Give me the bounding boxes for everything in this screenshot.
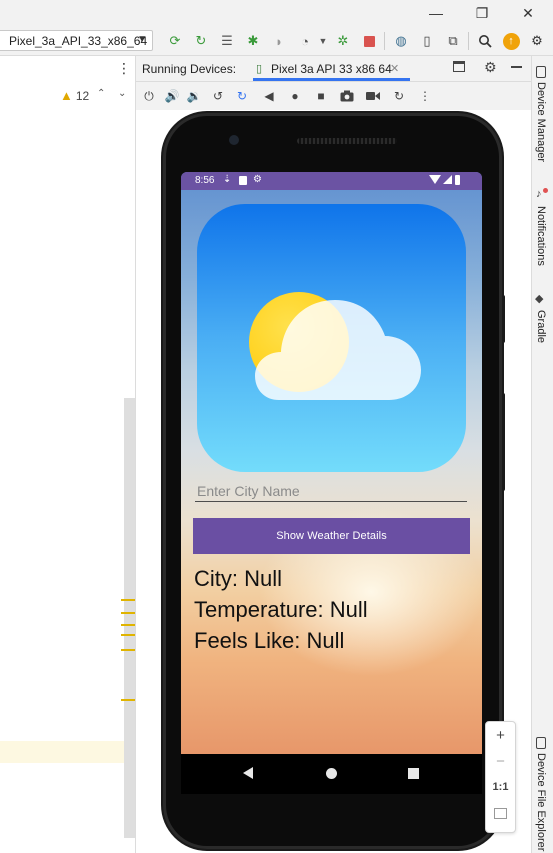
running-devices-label: Running Devices: — [142, 62, 237, 76]
device-manager-icon[interactable]: ◍ — [392, 32, 410, 50]
nav-back-icon[interactable] — [243, 767, 253, 779]
stop-icon[interactable] — [360, 32, 378, 50]
highlighted-line — [0, 741, 135, 763]
fit-screen-button[interactable] — [486, 800, 515, 826]
screen-record-icon[interactable] — [365, 88, 381, 104]
chevron-down-icon: ▼ — [137, 34, 147, 45]
sd-card-icon — [239, 176, 247, 185]
debug-attach-icon[interactable]: ✲ — [334, 32, 352, 50]
power-icon[interactable]: ⏻ — [141, 88, 157, 104]
warning-marker[interactable] — [121, 649, 135, 651]
close-window-button[interactable]: ✕ — [518, 4, 538, 22]
city-name-input[interactable] — [195, 480, 467, 502]
nav-overview-icon[interactable] — [408, 768, 419, 779]
earpiece-speaker — [297, 138, 397, 144]
volume-down-icon[interactable]: 🔉 — [186, 88, 202, 104]
notifications-bell-icon[interactable]: ♪ — [536, 188, 542, 200]
show-weather-details-button[interactable]: Show Weather Details — [193, 518, 470, 554]
next-highlight-icon[interactable]: ⌄ — [118, 88, 126, 99]
editor-scrollbar[interactable] — [124, 398, 135, 838]
minimize-button[interactable]: — — [426, 4, 446, 22]
rotate-right-icon[interactable]: ↻ — [234, 88, 250, 104]
search-icon[interactable] — [476, 32, 494, 50]
run-menu-chevron-icon[interactable]: ▼ — [314, 32, 332, 50]
profile-icon[interactable]: ◗ — [270, 32, 288, 50]
title-bar — [0, 0, 553, 27]
code-editor[interactable] — [0, 56, 136, 853]
home-icon[interactable]: ● — [287, 88, 303, 104]
weather-app-logo — [197, 204, 466, 472]
debug-icon[interactable]: ✱ — [244, 32, 262, 50]
more-options-icon[interactable]: ⋮ — [117, 60, 131, 76]
toolbar-divider — [384, 32, 385, 50]
usb-icon: ⇣ — [223, 174, 232, 185]
warning-marker[interactable] — [121, 599, 135, 601]
attach-debugger-icon[interactable]: ◔ — [296, 32, 314, 50]
overview-icon[interactable]: ■ — [313, 88, 329, 104]
window-layout-icon[interactable] — [453, 61, 465, 72]
active-tab-indicator — [253, 78, 410, 81]
device-file-explorer-tab[interactable]: Device File Explorer — [535, 753, 547, 851]
nav-home-icon[interactable] — [326, 768, 337, 779]
snapshot-icon[interactable]: ↻ — [391, 88, 407, 104]
device-tab-label: Pixel 3a API 33 x86 64 — [271, 62, 392, 76]
warning-marker[interactable] — [121, 634, 135, 636]
cloud-icon — [255, 300, 421, 400]
toolbar-divider — [468, 32, 469, 50]
device-selector[interactable]: Pixel_3a_API_33_x86_64 ▼ — [0, 30, 153, 51]
gear-icon[interactable]: ⚙ — [484, 59, 497, 76]
front-camera — [229, 135, 239, 145]
city-result-text: City: Null — [194, 566, 283, 591]
sdk-manager-icon[interactable]: ▯ — [418, 32, 436, 50]
fit-screen-icon — [494, 807, 507, 819]
rotate-left-icon[interactable]: ↺ — [210, 88, 226, 104]
feels-like-result-text: Feels Like: Null — [194, 628, 345, 653]
temperature-result-text: Temperature: Null — [194, 597, 368, 622]
hide-panel-icon[interactable] — [511, 66, 522, 68]
warning-marker[interactable] — [121, 624, 135, 626]
android-status-bar: 8:56 ⇣ ⚙ — [181, 172, 482, 190]
warning-marker[interactable] — [121, 612, 135, 614]
update-icon[interactable]: ↑ — [502, 32, 520, 50]
apply-changes-restart-icon[interactable]: ⟳ — [166, 32, 184, 50]
device-file-explorer-icon[interactable] — [536, 737, 546, 749]
zoom-controls: + − 1:1 — [485, 721, 516, 833]
warning-indicator[interactable]: ▲ 12 — [60, 88, 89, 103]
restore-button[interactable]: ❐ — [472, 4, 492, 22]
settings-icon[interactable]: ⚙ — [528, 32, 546, 50]
warning-count: 12 — [75, 88, 90, 103]
close-tab-icon[interactable]: ✕ — [390, 62, 399, 75]
warning-marker[interactable] — [121, 699, 135, 701]
battery-icon — [455, 175, 460, 185]
actual-size-button[interactable]: 1:1 — [486, 774, 515, 800]
status-time: 8:56 — [195, 175, 215, 186]
android-navigation-bar — [181, 754, 482, 794]
device-tab-icon: ▯ — [256, 63, 263, 75]
screenshot-icon[interactable] — [339, 88, 355, 104]
volume-up-icon[interactable]: 🔊 — [164, 88, 180, 104]
gradle-elephant-icon[interactable]: ◆ — [535, 292, 543, 305]
device-selector-label: Pixel_3a_API_33_x86_64 — [9, 33, 148, 48]
zoom-out-button[interactable]: − — [486, 748, 515, 774]
make-project-icon[interactable]: ☰ — [218, 32, 236, 50]
gradle-tab[interactable]: Gradle — [535, 310, 547, 343]
device-manager-tab[interactable]: Device Manager — [535, 82, 547, 162]
phone-screen[interactable]: 8:56 ⇣ ⚙ Show Weather Details City: Null… — [181, 172, 482, 754]
notifications-tab[interactable]: Notifications — [535, 206, 547, 266]
device-mirroring-icon[interactable]: ⧉ — [444, 32, 462, 50]
apply-code-changes-icon[interactable]: ↻ — [192, 32, 210, 50]
warning-icon: ▲ — [60, 88, 73, 103]
more-options-icon[interactable]: ⋮ — [417, 88, 433, 104]
settings-status-icon: ⚙ — [253, 174, 262, 185]
back-icon[interactable]: ◀ — [261, 88, 277, 104]
previous-highlight-icon[interactable]: ⌃ — [97, 88, 105, 99]
zoom-in-button[interactable]: + — [486, 722, 515, 748]
signal-icon — [443, 175, 452, 184]
wifi-icon — [429, 175, 441, 184]
device-manager-strip-icon[interactable] — [536, 66, 546, 78]
notification-dot — [543, 188, 548, 193]
right-tool-window-strip — [531, 56, 553, 853]
